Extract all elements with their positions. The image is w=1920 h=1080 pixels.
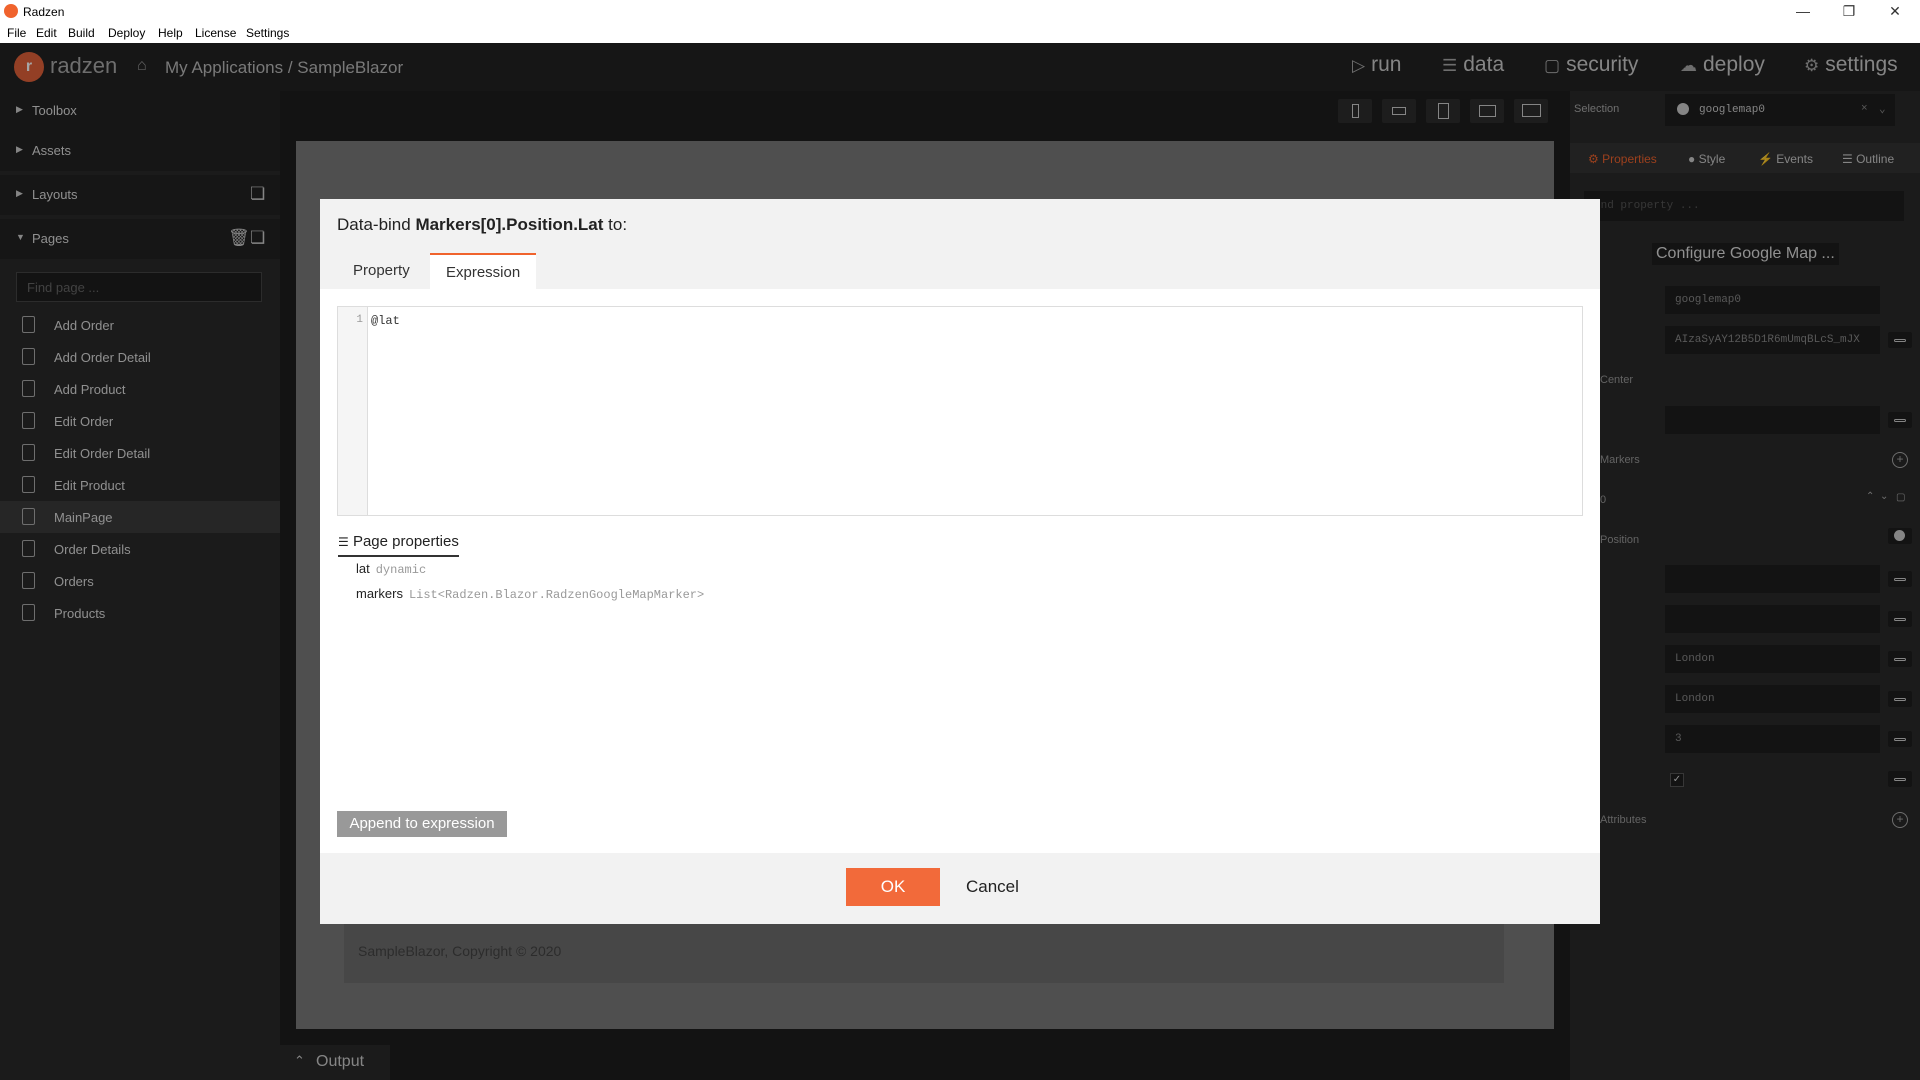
append-to-expression-button[interactable]: Append to expression — [337, 811, 507, 837]
minimize-icon[interactable]: — — [1788, 3, 1818, 19]
dialog-header: Data-bind Markers[0].Position.Lat to: — [320, 199, 1600, 253]
line-number-gutter: 1 — [338, 307, 368, 515]
ok-button[interactable]: OK — [846, 868, 940, 906]
tab-property[interactable]: Property — [337, 253, 426, 289]
menu-license[interactable]: License — [195, 26, 236, 40]
expression-editor[interactable]: 1 @lat — [337, 306, 1583, 516]
restore-icon[interactable]: ❐ — [1834, 3, 1864, 20]
window-titlebar: Radzen — ❐ ✕ — [0, 0, 1920, 22]
menu-edit[interactable]: Edit — [36, 26, 57, 40]
radzen-app-icon — [4, 4, 18, 18]
menu-deploy[interactable]: Deploy — [108, 26, 145, 40]
layers-icon: ☰ — [338, 535, 349, 549]
menu-bar: File Edit Build Deploy Help License Sett… — [0, 22, 1920, 43]
dialog-footer: OK Cancel — [320, 853, 1600, 924]
menu-file[interactable]: File — [7, 26, 26, 40]
menu-build[interactable]: Build — [68, 26, 95, 40]
close-icon[interactable]: ✕ — [1880, 3, 1910, 20]
property-row-lat[interactable]: lat dynamic — [356, 561, 426, 577]
property-row-markers[interactable]: markers List<Radzen.Blazor.RadzenGoogleMa… — [356, 586, 704, 602]
cancel-button[interactable]: Cancel — [966, 877, 1019, 897]
dialog-tabs: Property Expression — [320, 253, 1600, 289]
window-title: Radzen — [23, 5, 65, 19]
menu-settings[interactable]: Settings — [246, 26, 289, 40]
page-properties-tab[interactable]: ☰ Page properties — [338, 533, 459, 557]
dialog-title: Data-bind Markers[0].Position.Lat to: — [337, 215, 628, 234]
menu-help[interactable]: Help — [158, 26, 183, 40]
data-bind-dialog: Data-bind Markers[0].Position.Lat to: Pr… — [320, 199, 1600, 924]
expression-code[interactable]: @lat — [371, 314, 400, 328]
tab-expression[interactable]: Expression — [430, 253, 537, 289]
